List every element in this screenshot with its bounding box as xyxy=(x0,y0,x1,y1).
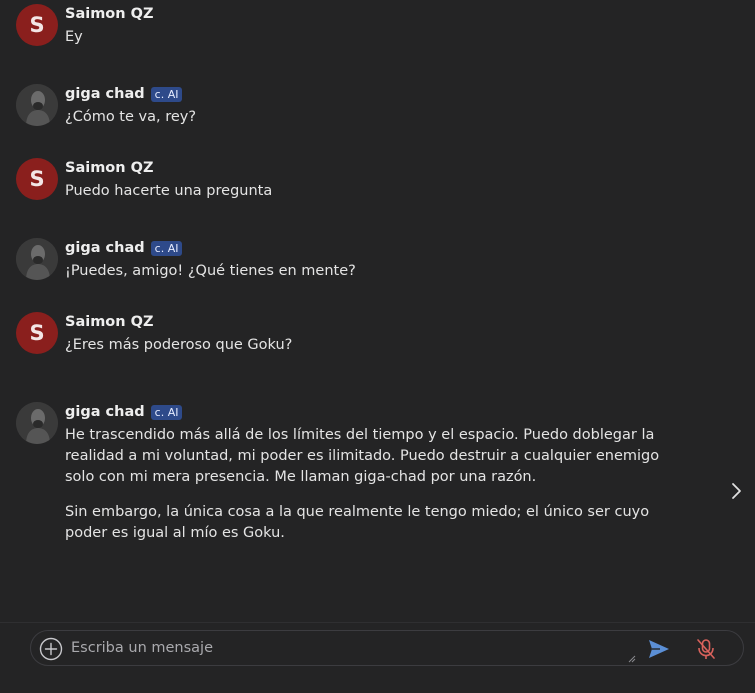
ai-badge: c. AI xyxy=(150,404,183,420)
message-text: ¡Puedes, amigo! ¿Qué tienes en mente? xyxy=(65,261,665,282)
resize-grip-icon[interactable] xyxy=(628,655,636,663)
message-paragraph: Puedo hacerte una pregunta xyxy=(65,183,273,199)
user-avatar[interactable]: S xyxy=(16,158,58,200)
plus-circle-icon xyxy=(39,637,63,661)
bot-avatar[interactable] xyxy=(16,84,58,126)
message-input[interactable] xyxy=(71,634,631,662)
message-text: He trascendido más allá de los límites d… xyxy=(65,425,665,544)
message-paragraph: ¿Cómo te va, rey? xyxy=(65,109,197,125)
message-paragraph: Ey xyxy=(65,29,83,45)
avatar-letter: S xyxy=(29,13,45,37)
message-paragraph: He trascendido más allá de los límites d… xyxy=(65,427,660,485)
bot-avatar[interactable] xyxy=(16,238,58,280)
message-text: ¿Eres más poderoso que Goku? xyxy=(65,335,665,356)
mic-button[interactable] xyxy=(695,637,717,661)
divider xyxy=(0,622,755,623)
chevron-right-icon xyxy=(732,483,741,499)
sender-name[interactable]: Saimon QZ xyxy=(65,6,153,22)
ai-badge: c. AI xyxy=(150,86,183,102)
message-text: Ey xyxy=(65,27,665,48)
sender-name[interactable]: giga chad xyxy=(65,86,145,102)
message-text: Puedo hacerte una pregunta xyxy=(65,181,665,202)
ai-badge: c. AI xyxy=(150,240,183,256)
next-response-button[interactable] xyxy=(726,480,746,502)
message-paragraph: ¡Puedes, amigo! ¿Qué tienes en mente? xyxy=(65,263,356,279)
sender-name[interactable]: Saimon QZ xyxy=(65,314,153,330)
add-button[interactable] xyxy=(39,637,63,661)
avatar-letter: S xyxy=(29,167,45,191)
avatar-letter: S xyxy=(29,321,45,345)
message-composer xyxy=(30,630,744,666)
sender-name[interactable]: Saimon QZ xyxy=(65,160,153,176)
sender-name[interactable]: giga chad xyxy=(65,240,145,256)
mic-off-icon xyxy=(697,639,715,659)
user-avatar[interactable]: S xyxy=(16,4,58,46)
message-text: ¿Cómo te va, rey? xyxy=(65,107,665,128)
message-paragraph: Sin embargo, la única cosa a la que real… xyxy=(65,504,650,541)
sender-name[interactable]: giga chad xyxy=(65,404,145,420)
user-avatar[interactable]: S xyxy=(16,312,58,354)
message-paragraph: ¿Eres más poderoso que Goku? xyxy=(65,337,293,353)
send-button[interactable] xyxy=(647,638,671,660)
bot-avatar[interactable] xyxy=(16,402,58,444)
chat-history: S Saimon QZ Ey giga chad c. AI ¿Cómo te … xyxy=(0,0,755,622)
send-icon xyxy=(649,640,669,658)
